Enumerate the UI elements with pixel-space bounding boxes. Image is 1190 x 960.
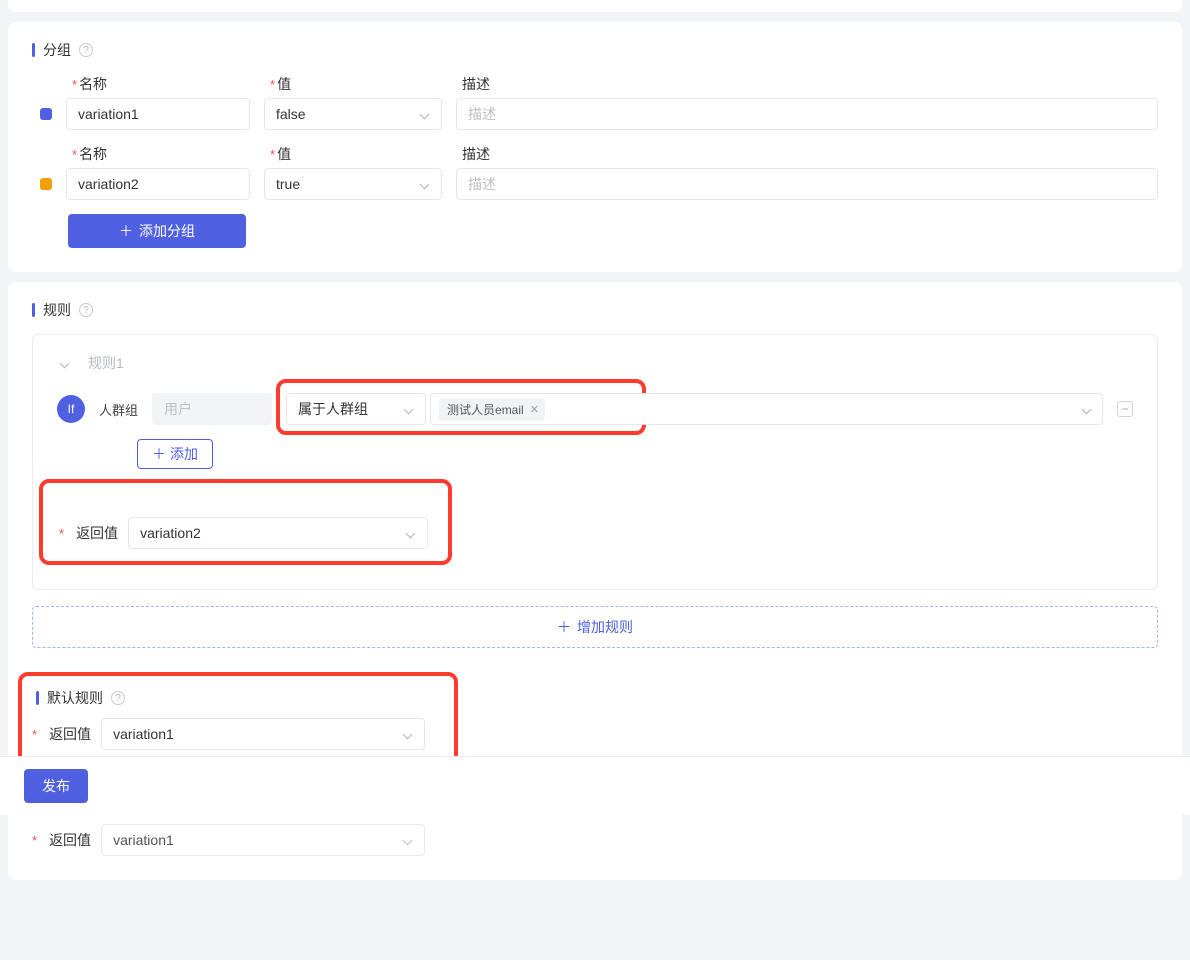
row2-value-select[interactable]: true [264, 168, 442, 200]
footer-bar: 发布 [0, 756, 1190, 815]
row2-value-text: true [276, 176, 300, 192]
previous-card-edge [8, 0, 1182, 12]
collapse-toggle[interactable] [60, 355, 70, 371]
remove-condition-button[interactable]: − [1117, 401, 1133, 417]
rules-title: 规则 [43, 300, 71, 320]
crowd-label: 人群组 [99, 400, 138, 419]
grouping-card: 分组 ? *名称 *值 描述 false *名称 *值 描述 tr [8, 22, 1182, 272]
chevron-down-icon [420, 109, 430, 119]
plus-icon: ＋ [152, 444, 166, 464]
ineffective-return-label: 返回值 [49, 830, 91, 850]
row1-name-input[interactable] [66, 98, 250, 130]
row1-desc-input[interactable] [456, 98, 1158, 130]
col-name-label: 名称 [79, 76, 107, 92]
user-disabled-select [152, 393, 272, 425]
crowd-group-multiselect[interactable]: 测试人员email ✕ [430, 393, 1103, 425]
add-rule-button[interactable]: ＋ 增加规则 [32, 606, 1158, 648]
col-value-label: 值 [277, 76, 291, 92]
plus-icon: ＋ [557, 617, 571, 637]
header-bar [32, 43, 35, 57]
ineffective-return-text: variation1 [113, 832, 174, 848]
return-label: 返回值 [76, 523, 118, 543]
rule-return-row: * 返回值 variation2 [59, 517, 428, 549]
rule1-titlebar: 规则1 [60, 353, 1133, 373]
default-return-text: variation1 [113, 726, 174, 742]
default-return-select[interactable]: variation1 [101, 718, 425, 750]
group-columns-header: *名称 *值 描述 [72, 74, 1158, 94]
belong-text: 属于人群组 [298, 399, 368, 419]
row1-color-indicator [40, 108, 52, 120]
chevron-down-icon [403, 835, 413, 845]
chevron-down-icon [404, 404, 414, 414]
plus-icon: ＋ [119, 221, 133, 241]
help-icon[interactable]: ? [111, 691, 125, 705]
if-badge: If [57, 395, 85, 423]
default-return-label: 返回值 [49, 724, 91, 744]
group-row-1: false [32, 98, 1158, 130]
ineffective-return-row: * 返回值 variation1 [32, 824, 1158, 856]
chevron-down-icon [420, 179, 430, 189]
row1-value-select[interactable]: false [264, 98, 442, 130]
col-desc-label: 描述 [462, 76, 490, 92]
default-rule-header: 默认规则 ? [36, 688, 436, 708]
group-row-2: true [32, 168, 1158, 200]
remove-tag-icon[interactable]: ✕ [530, 403, 539, 416]
default-return-row: * 返回值 variation1 [32, 718, 436, 750]
ineffective-return-select[interactable]: variation1 [101, 824, 425, 856]
help-icon[interactable]: ? [79, 303, 93, 317]
grouping-title: 分组 [43, 40, 71, 60]
help-icon[interactable]: ? [79, 43, 93, 57]
publish-button[interactable]: 发布 [24, 769, 88, 803]
rule1-title: 规则1 [88, 353, 124, 373]
group-columns-header-2: *名称 *值 描述 [72, 144, 1158, 164]
default-rule-title: 默认规则 [47, 688, 103, 708]
rule-return-select[interactable]: variation2 [128, 517, 428, 549]
chevron-down-icon [1082, 404, 1092, 414]
add-condition-button[interactable]: ＋ 添加 [137, 439, 213, 469]
row2-color-indicator [40, 178, 52, 190]
add-group-button[interactable]: ＋ 添加分组 [68, 214, 246, 248]
rule1-box: 规则1 If 人群组 属于人群组 测试人员email [32, 334, 1158, 590]
belong-select[interactable]: 属于人群组 [286, 393, 426, 425]
header-bar [36, 691, 39, 705]
header-bar [32, 303, 35, 317]
row2-desc-input[interactable] [456, 168, 1158, 200]
tag-chip-email: 测试人员email ✕ [439, 399, 545, 421]
highlight-annotation-2: * 返回值 variation2 [39, 479, 452, 565]
if-condition-row: If 人群组 属于人群组 测试人员email ✕ [57, 393, 1133, 425]
chevron-down-icon [406, 528, 416, 538]
rule-return-text: variation2 [140, 525, 201, 541]
row2-name-input[interactable] [66, 168, 250, 200]
chevron-down-icon [403, 729, 413, 739]
row1-value-text: false [276, 106, 306, 122]
grouping-header: 分组 ? [32, 40, 1158, 60]
rules-header: 规则 ? [32, 300, 1158, 320]
